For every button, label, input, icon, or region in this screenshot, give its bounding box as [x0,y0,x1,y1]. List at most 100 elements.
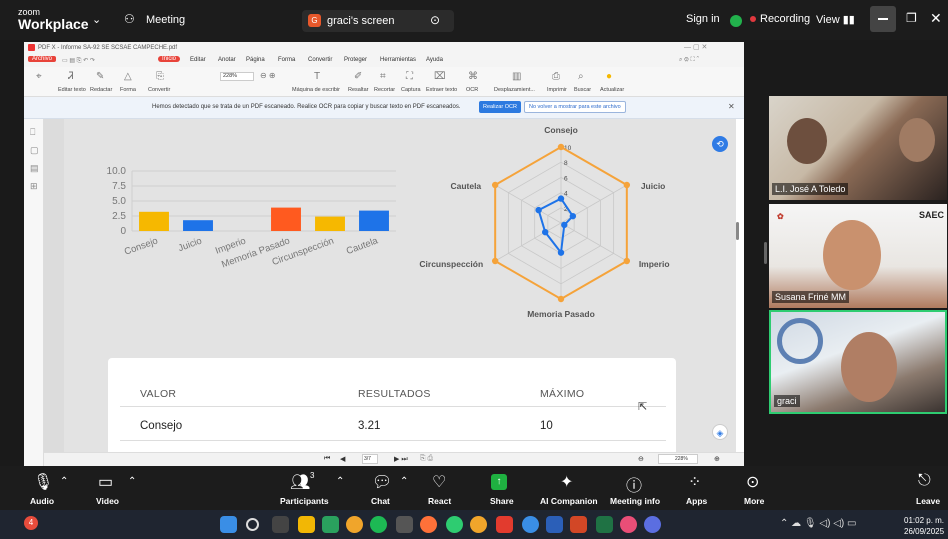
more-icon[interactable]: ⊙ [746,472,759,492]
chat-chevron[interactable]: ⌃ [400,476,408,487]
convert-button[interactable]: Convertir [148,87,170,93]
whatsapp-icon[interactable] [446,516,463,533]
file-explorer-icon[interactable] [298,516,315,533]
pdf-taskbar-icon[interactable] [496,516,513,533]
start-icon[interactable] [220,516,237,533]
sign-in-button[interactable]: Sign in [686,13,720,25]
dismiss-ocr-button[interactable]: No volver a mostrar para este archivo [524,101,626,113]
window-controls[interactable]: — ▢ ✕ [684,43,707,51]
assistant-icon[interactable]: ◈ [712,424,728,440]
shape-button[interactable]: Forma [120,87,136,93]
more-options-icon[interactable]: ⊙ [430,13,440,27]
menu-forma[interactable]: Forma [278,57,295,63]
edit-text-button[interactable]: Editar texto [58,87,86,93]
page-indicator[interactable]: 3/7 [362,454,378,464]
system-tray-icons[interactable]: ⌃ ☁ 🎙︎ ◁) ◁) ▭ [780,518,856,529]
video-button[interactable]: Video [96,496,119,506]
extract-text-button[interactable]: Extraer texto [426,87,457,93]
restore-icon[interactable]: ❐ [906,11,917,25]
panel-resize-handle[interactable] [764,242,767,264]
video-tile-1[interactable]: L.I. José A Toledo [769,96,947,200]
print-button[interactable]: Imprimir [547,87,567,93]
attachment-icon[interactable]: ▤ [30,163,39,174]
recording-indicator[interactable]: Recording [750,13,810,25]
page-view-icons[interactable]: ⎘ ⎙ [420,455,433,463]
video-tile-2[interactable]: ✿ SAEC Susana Friné MM [769,204,947,308]
crop-button[interactable]: Recortar [374,87,395,93]
react-button[interactable]: React [428,496,451,506]
zoom-select[interactable]: 228% [220,72,254,81]
comment-icon[interactable]: ▢ [30,145,39,156]
chrome-icon[interactable] [620,516,637,533]
first-page-button[interactable]: ⏮ [324,455,330,463]
convert-icon[interactable]: ⎘ [156,71,164,82]
scroll-button[interactable]: Desplazamient... [494,87,535,93]
scroll-icon[interactable]: ▥ [512,71,521,82]
chat-button[interactable]: Chat [371,496,390,506]
menu-archivo[interactable]: Archivo [28,56,57,62]
apps-button[interactable]: Apps [686,496,707,506]
ocr-icon[interactable]: ⌘ [468,71,478,82]
capture-icon[interactable]: ⛶ [406,71,413,82]
translate-icon[interactable]: ⟲ [712,136,728,152]
update-button[interactable]: Actualizar [600,87,624,93]
audio-button[interactable]: Audio [30,496,54,506]
highlight-button[interactable]: Resaltar [348,87,368,93]
participants-icon[interactable]: 👥︎ [290,472,310,492]
powerpoint-icon[interactable] [570,516,587,533]
info-icon[interactable]: ⓘ [626,472,642,496]
crop-icon[interactable]: ⌗ [380,71,386,82]
audio-options-chevron[interactable]: ⌃ [60,476,68,487]
menu-editar[interactable]: Editar [190,57,206,63]
share-icon[interactable]: ↑ [491,474,507,490]
meeting-info-button[interactable]: Meeting info [610,496,660,506]
menu-anotar[interactable]: Anotar [218,57,236,63]
layers-icon[interactable]: ⊞ [30,181,38,192]
system-date[interactable]: 26/09/2025 [904,527,944,536]
leave-button[interactable]: Leave [916,496,940,506]
typewriter-button[interactable]: Máquina de escribir [292,87,340,93]
participants-chevron[interactable]: ⌃ [336,476,344,487]
word-icon[interactable] [546,516,563,533]
minimize-button[interactable] [870,6,896,32]
chrome-icon[interactable] [346,516,363,533]
zoom-taskbar-icon[interactable] [644,516,661,533]
capture-button[interactable]: Captura [401,87,421,93]
menu-pagina[interactable]: Página [246,57,265,63]
task-view-icon[interactable] [272,516,289,533]
shape-icon[interactable]: △ [124,71,132,82]
cursor-icon[interactable]: ⌖ [36,71,42,82]
redact-button[interactable]: Redactar [90,87,112,93]
chat-icon[interactable]: 💬︎ [372,472,392,492]
spotify-icon[interactable] [370,516,387,533]
extract-text-icon[interactable]: ⌧ [434,71,446,82]
meeting-label[interactable]: Meeting [146,14,185,26]
react-icon[interactable]: ♡ [432,472,446,492]
update-icon[interactable]: ● [606,71,612,82]
redact-icon[interactable]: ✎ [96,71,104,82]
view-button[interactable]: View ▮▮ [816,13,855,26]
menu-proteger[interactable]: Proteger [344,57,367,63]
chrome-icon[interactable] [322,516,339,533]
ai-companion-button[interactable]: AI Companion [540,496,598,506]
chrome-icon[interactable] [470,516,487,533]
menu-herramientas[interactable]: Herramientas [380,57,416,63]
more-button[interactable]: More [744,496,764,506]
apps-icon[interactable]: ⁘ [688,472,701,492]
close-bar-icon[interactable]: ✕ [728,102,735,111]
print-icon[interactable]: ⎙ [552,71,560,82]
zoom-in-icon[interactable]: ⊕ [714,455,720,463]
ai-companion-icon[interactable]: ✦ [560,472,573,492]
prev-page-button[interactable]: ◀ [340,455,345,463]
search-button[interactable]: Buscar [574,87,591,93]
menu-convertir[interactable]: Convertir [308,57,332,63]
microphone-icon[interactable]: 🎙︎ [33,472,53,492]
notification-badge[interactable]: 4 [24,516,38,530]
run-ocr-button[interactable]: Realizar OCR [479,101,521,113]
menu-inicio[interactable]: Inicio [158,56,181,62]
video-camera-icon[interactable]: ▭ [98,472,113,492]
scrollbar-thumb[interactable] [736,222,739,240]
zoom-out-icon[interactable]: ⊖ [638,455,644,463]
system-time[interactable]: 01:02 p. m. [904,516,944,525]
share-button[interactable]: Share [490,496,514,506]
